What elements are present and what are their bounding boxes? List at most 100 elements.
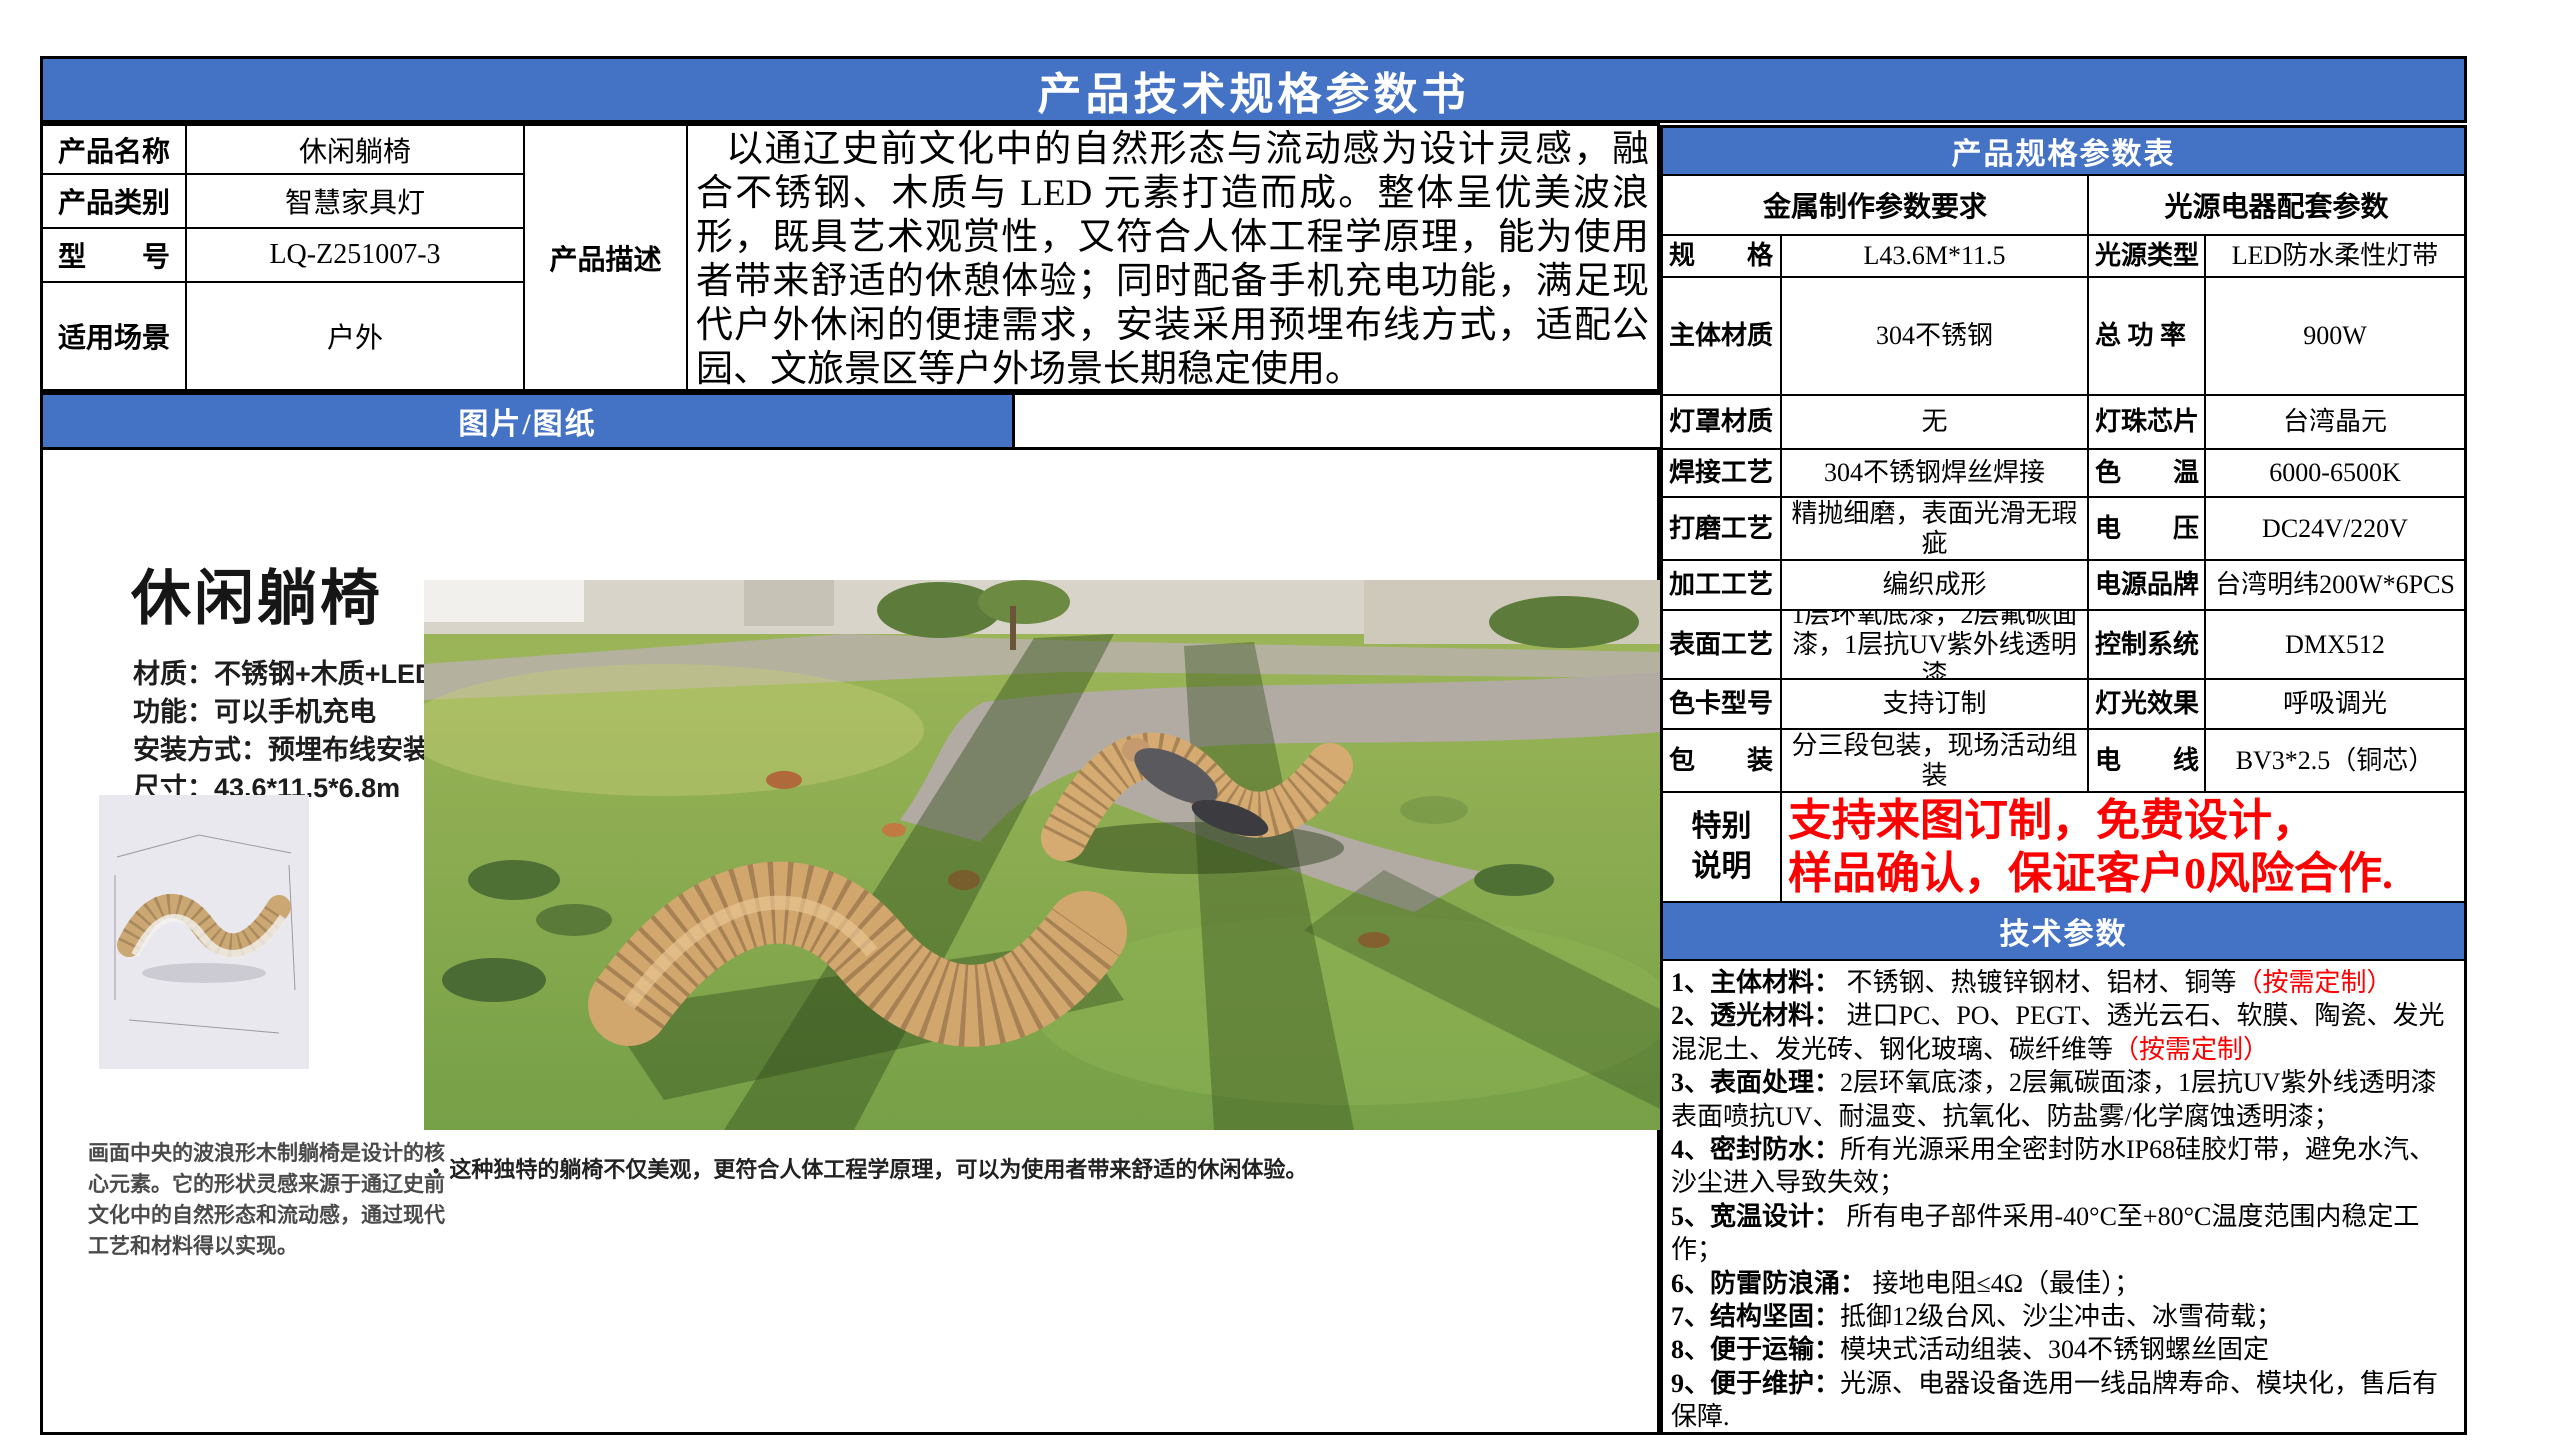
spec-label: 焊接工艺 (1663, 450, 1782, 498)
product-photo (424, 580, 1662, 1130)
spec-label: 色 温 (2089, 450, 2206, 498)
light-group-header: 光源电器配套参数 (2089, 176, 2464, 236)
tech-params-header: 技术参数 (1663, 903, 2464, 961)
spec-label: 表面工艺 (1663, 611, 1782, 680)
tech-item-text: 接地电阻≤4Ω（最佳）； (1866, 1269, 2140, 1298)
spec-value: 台湾晶元 (2206, 396, 2464, 450)
bullet-icon: • (433, 1161, 439, 1181)
spec-value: LED防水柔性灯带 (2206, 236, 2464, 278)
spec-label: 光源类型 (2089, 236, 2206, 278)
tech-item: 5、宽温设计： 所有电子部件采用-40°C至+80°C温度范围内稳定工作； (1671, 1200, 2456, 1267)
spec-label: 灯光效果 (2089, 680, 2206, 730)
spec-value: 精抛细磨，表面光滑无瑕疵 (1782, 498, 2089, 561)
tech-item-label: 7、结构坚固： (1671, 1302, 1840, 1331)
special-note-label: 特别说明 (1689, 807, 1755, 887)
tech-params-list: 1、主体材料： 不锈钢、热镀锌钢材、铝材、铜等（按需定制） 2、透光材料： 进口… (1663, 961, 2464, 1432)
product-display-title: 休闲躺椅 (131, 550, 383, 637)
special-note-line2: 样品确认，保证客户0风险合作. (1788, 847, 2464, 900)
tech-item-label: 6、防雷防浪涌： (1671, 1269, 1866, 1298)
spec-label: 加工工艺 (1663, 561, 1782, 611)
tech-item-text: 不锈钢、热镀锌钢材、铝材、铜等 (1840, 968, 2237, 997)
tech-item-red: （按需定制） (2237, 968, 2393, 997)
tech-item: 6、防雷防浪涌： 接地电阻≤4Ω（最佳）； (1671, 1267, 2456, 1300)
spec-value: 无 (1782, 396, 2089, 450)
spec-value: DC24V/220V (2206, 498, 2464, 561)
technical-drawing-image (99, 795, 309, 1069)
spec-line-install: 安装方式：预埋布线安装 (133, 731, 435, 769)
photo-caption: • 这种独特的躺椅不仅美观，更符合人体工程学原理，可以为使用者带来舒适的休闲体验。 (433, 1152, 1633, 1184)
description-label: 产品描述 (525, 126, 688, 389)
header-gap-cell (1015, 392, 1660, 450)
picture-area: 休闲躺椅 材质：不锈钢+木质+LED 功能：可以手机充电 安装方式：预埋布线安装… (40, 450, 1660, 1435)
special-note-row: 特别说明 支持来图订制，免费设计， 样品确认，保证客户0风险合作. (1663, 793, 2464, 903)
picture-section-title: 图片/图纸 (458, 399, 596, 443)
tech-item-label: 5、宽温设计： (1671, 1202, 1840, 1231)
spec-panel: 产品规格参数表 金属制作参数要求 光源电器配套参数 规 格 L43.6M*11.… (1660, 125, 2467, 1435)
spec-label: 色卡型号 (1663, 680, 1782, 730)
spec-value: 1层环氧底漆，2层氟碳面漆，1层抗UV紫外线透明漆 (1782, 611, 2089, 680)
spec-label: 规 格 (1663, 236, 1782, 278)
info-label-model: 型 号 (43, 229, 187, 283)
spec-label: 电 线 (2089, 730, 2206, 793)
spec-line-material: 材质：不锈钢+木质+LED (133, 655, 435, 693)
special-note-line1: 支持来图订制，免费设计， (1788, 794, 2464, 847)
spec-label: 灯珠芯片 (2089, 396, 2206, 450)
spec-label: 包 装 (1663, 730, 1782, 793)
tech-item: 1、主体材料： 不锈钢、热镀锌钢材、铝材、铜等（按需定制） (1671, 966, 2456, 999)
tech-item-red: （按需定制） (2113, 1035, 2269, 1064)
spec-value: 304不锈钢 (1782, 278, 2089, 396)
info-value-model: LQ-Z251007-3 (187, 229, 525, 283)
spec-label: 总 功 率 (2089, 278, 2206, 396)
tech-item-label: 4、密封防水： (1671, 1135, 1840, 1164)
special-note-label-cell: 特别说明 (1663, 793, 1782, 901)
info-value-category: 智慧家具灯 (187, 175, 525, 229)
info-label-scene: 适用场景 (43, 283, 187, 389)
tech-params-title: 技术参数 (2000, 909, 2128, 953)
spec-value: 900W (2206, 278, 2464, 396)
spec-table-header: 产品规格参数表 (1663, 128, 2464, 176)
drawing-caption: 画面中央的波浪形木制躺椅是设计的核心元素。它的形状灵感来源于通辽史前文化中的自然… (88, 1138, 460, 1262)
description-cell: 以通辽史前文化中的自然形态与流动感为设计灵感，融合不锈钢、木质与 LED 元素打… (688, 126, 1657, 389)
spec-label: 控制系统 (2089, 611, 2206, 680)
tech-item-label: 8、便于运输： (1671, 1335, 1840, 1364)
tech-item: 8、便于运输：模块式活动组装、304不锈钢螺丝固定 (1671, 1333, 2456, 1366)
tech-item: 7、结构坚固：抵御12级台风、沙尘冲击、冰雪荷载； (1671, 1300, 2456, 1333)
spec-value: 编织成形 (1782, 561, 2089, 611)
spec-label: 灯罩材质 (1663, 396, 1782, 450)
tech-item: 3、表面处理：2层环氧底漆，2层氟碳面漆，1层抗UV紫外线透明漆表面喷抗UV、耐… (1671, 1066, 2456, 1133)
picture-section-header: 图片/图纸 (40, 392, 1015, 450)
document-title: 产品技术规格参数书 (1038, 58, 1470, 122)
info-value-scene: 户外 (187, 283, 525, 389)
product-info-table: 产品名称 休闲躺椅 产品描述 以通辽史前文化中的自然形态与流动感为设计灵感，融合… (40, 123, 1660, 392)
spec-value: L43.6M*11.5 (1782, 236, 2089, 278)
spec-grid: 规 格 L43.6M*11.5 光源类型 LED防水柔性灯带 主体材质 304不… (1663, 236, 2464, 793)
spec-label: 电源品牌 (2089, 561, 2206, 611)
spec-group-headers: 金属制作参数要求 光源电器配套参数 (1663, 176, 2464, 236)
spec-table-title: 产品规格参数表 (1952, 129, 2176, 173)
document-title-bar: 产品技术规格参数书 (40, 56, 2467, 123)
product-description: 以通辽史前文化中的自然形态与流动感为设计灵感，融合不锈钢、木质与 LED 元素打… (696, 128, 1649, 389)
spec-label: 打磨工艺 (1663, 498, 1782, 561)
info-label-product-name: 产品名称 (43, 126, 187, 175)
tech-item: 4、密封防水：所有光源采用全密封防水IP68硅胶灯带，避免水汽、沙尘进入导致失效… (1671, 1133, 2456, 1200)
info-value-product-name: 休闲躺椅 (187, 126, 525, 175)
special-note-cell: 支持来图订制，免费设计， 样品确认，保证客户0风险合作. (1782, 793, 2464, 901)
tech-item: 9、便于维护：光源、电器设备选用一线品牌寿命、模块化，售后有保障. (1671, 1367, 2456, 1432)
tech-item-text: 抵御12级台风、沙尘冲击、冰雪荷载； (1840, 1302, 2282, 1331)
spec-sheet: 产品技术规格参数书 产品名称 休闲躺椅 产品描述 以通辽史前文化中的自然形态与流… (0, 0, 2560, 1440)
tech-item-label: 9、便于维护： (1671, 1369, 1840, 1398)
spec-label: 电 压 (2089, 498, 2206, 561)
photo-caption-text: 这种独特的躺椅不仅美观，更符合人体工程学原理，可以为使用者带来舒适的休闲体验。 (449, 1157, 1307, 1182)
spec-value: 支持订制 (1782, 680, 2089, 730)
spec-label: 主体材质 (1663, 278, 1782, 396)
metal-group-header: 金属制作参数要求 (1663, 176, 2089, 236)
product-spec-lines: 材质：不锈钢+木质+LED 功能：可以手机充电 安装方式：预埋布线安装 尺寸：4… (133, 655, 435, 807)
spec-value: DMX512 (2206, 611, 2464, 680)
spec-value: 呼吸调光 (2206, 680, 2464, 730)
tech-item: 2、透光材料： 进口PC、PO、PEGT、透光云石、软膜、陶瓷、发光混泥土、发光… (1671, 999, 2456, 1066)
tech-item-text: 模块式活动组装、304不锈钢螺丝固定 (1840, 1335, 2269, 1364)
spec-value: 6000-6500K (2206, 450, 2464, 498)
tech-item-label: 3、表面处理： (1671, 1068, 1840, 1097)
tech-item-label: 2、透光材料： (1671, 1001, 1840, 1030)
spec-value: BV3*2.5（铜芯） (2206, 730, 2464, 793)
